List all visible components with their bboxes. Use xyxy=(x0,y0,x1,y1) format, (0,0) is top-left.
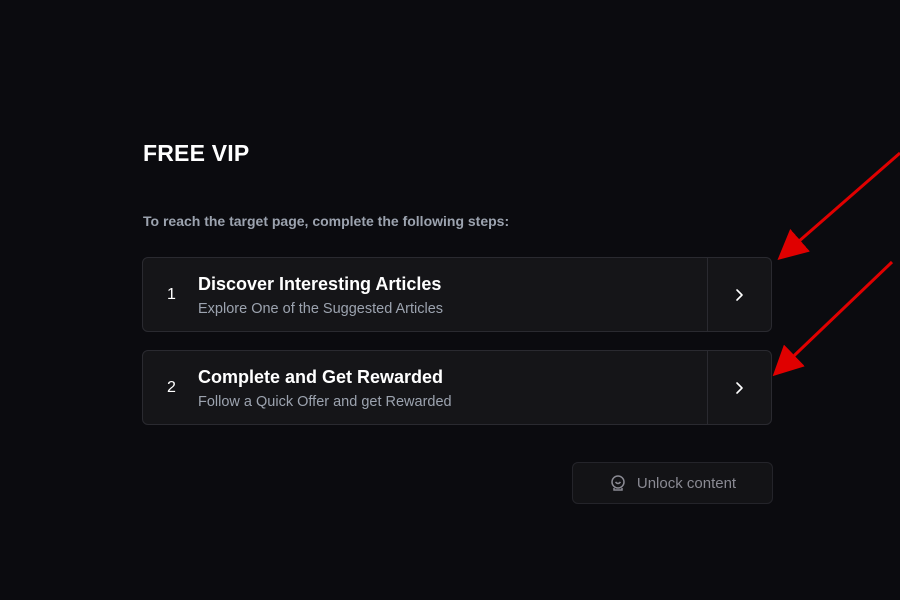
chevron-right-icon xyxy=(735,381,743,394)
unlock-button-label: Unlock content xyxy=(636,474,737,492)
step-number: 1 xyxy=(167,285,176,303)
step-number: 2 xyxy=(167,378,176,396)
step-1-card[interactable]: 1 Discover Interesting Articles Explore … xyxy=(142,257,772,332)
step-subtitle: Explore One of the Suggested Articles xyxy=(198,301,444,317)
chevron-right-icon xyxy=(735,288,743,301)
step-1-open-button[interactable] xyxy=(707,258,771,331)
step-subtitle: Follow a Quick Offer and get Rewarded xyxy=(198,394,452,410)
page-title: FREE VIP xyxy=(143,140,250,166)
step-2-open-button[interactable] xyxy=(707,351,771,424)
page: FREE VIP To reach the target page, compl… xyxy=(0,0,900,600)
unlock-content-button[interactable]: Unlock content xyxy=(572,462,773,504)
unlock-icon xyxy=(609,474,627,492)
instructions-text: To reach the target page, complete the f… xyxy=(143,213,510,229)
step-2-card[interactable]: 2 Complete and Get Rewarded Follow a Qui… xyxy=(142,350,772,425)
step-title: Discover Interesting Articles xyxy=(198,274,442,294)
annotation-arrow-2 xyxy=(772,260,894,377)
step-title: Complete and Get Rewarded xyxy=(198,367,444,387)
annotation-arrow-1 xyxy=(777,151,900,260)
